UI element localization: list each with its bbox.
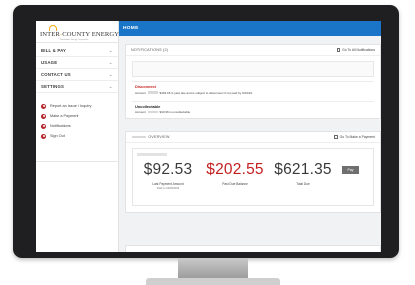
payment-icon: [41, 113, 46, 119]
report-icon: [41, 103, 46, 109]
chevron-down-icon: ⌄: [108, 83, 113, 90]
quick-link-make-payment[interactable]: Make a Payment: [36, 111, 118, 121]
account-summary: $92.53 Last Payment Amount Paid on 09/05…: [132, 148, 374, 206]
sun-icon: [49, 24, 57, 31]
nav-usage[interactable]: USAGE ⌄: [36, 57, 118, 69]
last-payment-amount: $92.53: [143, 161, 193, 178]
overview-title-text: OVERVIEW: [148, 135, 170, 139]
monitor-frame: INTER-COUNTY ENERGY Touchstone Energy Co…: [13, 5, 399, 258]
card-header: OVERVIEW Go To Make a Payment: [126, 132, 380, 143]
all-notifications-link[interactable]: Go To All Notifications: [336, 48, 375, 52]
overview-title: OVERVIEW: [131, 135, 170, 139]
quick-link-report-issue[interactable]: Report an Issue / Inquiry: [36, 101, 118, 111]
past-due-amount: $202.55: [206, 161, 264, 178]
logo-tagline: Touchstone Energy Cooperative: [60, 38, 89, 41]
nav-settings[interactable]: SETTINGS ⌄: [36, 81, 118, 93]
nav-bill-pay[interactable]: BILL & PAY ⌄: [36, 45, 118, 57]
logo-wordmark: INTER-COUNTY ENERGY Touchstone Energy Co…: [40, 24, 119, 41]
notification-item[interactable]: Disconnect Account $303.65 is past due a…: [132, 81, 374, 97]
account-number-redacted: [147, 110, 158, 114]
page-title: HOME: [123, 26, 139, 31]
notification-item[interactable]: Uncollectable Account $33.96 is uncollec…: [132, 100, 374, 117]
document-icon: [334, 135, 338, 139]
bottom-card-edge: [125, 245, 381, 252]
sidebar: INTER-COUNTY ENERGY Touchstone Energy Co…: [36, 21, 119, 252]
nav-label: BILL & PAY: [41, 48, 67, 53]
notification-prefix: Account: [135, 90, 146, 95]
chevron-down-icon: ⌄: [108, 47, 113, 54]
bell-icon: [41, 123, 46, 129]
nav-label: USAGE: [41, 60, 58, 65]
monitor-base: [146, 278, 280, 285]
account-number-redacted: [137, 153, 167, 156]
quick-link-label: Sign Out: [50, 134, 65, 138]
brand-logo[interactable]: INTER-COUNTY ENERGY Touchstone Energy Co…: [36, 21, 119, 43]
past-due-label: Past Due Balance: [222, 182, 248, 186]
main-nav: BILL & PAY ⌄ USAGE ⌄ CONTACT US ⌄ SETTIN…: [36, 45, 118, 93]
main-content: HOME NOTIFICATIONS (2) Go To All Notific…: [119, 21, 381, 252]
quick-link-sign-out[interactable]: Sign Out: [36, 131, 118, 141]
all-notifications-label: Go To All Notifications: [342, 48, 375, 52]
last-payment-label: Last Payment Amount: [152, 182, 184, 186]
account-name-redacted: [132, 135, 146, 139]
quick-link-notifications[interactable]: Notifications: [36, 121, 118, 131]
notification-placeholder: [132, 61, 374, 77]
total-due-block: $621.35 Total Due: [273, 161, 333, 186]
notifications-card: NOTIFICATIONS (2) Go To All Notification…: [125, 44, 381, 119]
notification-heading: Disconnect: [135, 84, 156, 89]
nav-label: SETTINGS: [41, 84, 65, 89]
sidebar-divider: [36, 161, 119, 162]
chevron-down-icon: ⌄: [108, 71, 113, 78]
notification-heading: Uncollectable: [135, 103, 161, 109]
top-bar: HOME: [119, 21, 381, 36]
notification-text: Account $33.96 is uncollectable.: [135, 110, 374, 114]
quick-links: Report an Issue / Inquiry Make a Payment…: [36, 101, 118, 141]
quick-link-label: Notifications: [50, 124, 71, 128]
past-due-block: $202.55 Past Due Balance: [205, 161, 265, 186]
notification-message: $33.96 is uncollectable.: [159, 110, 191, 114]
chevron-down-icon: ⌄: [108, 59, 113, 66]
make-payment-link[interactable]: Go To Make a Payment: [334, 135, 375, 139]
notification-text: Account $303.65 is past due and is subje…: [135, 91, 374, 95]
notification-icon: [336, 48, 341, 52]
quick-link-label: Report an Issue / Inquiry: [50, 104, 92, 108]
last-payment-date: Paid on 09/05/2023: [156, 187, 180, 190]
overview-card: OVERVIEW Go To Make a Payment $92.53 Las…: [125, 131, 381, 213]
notification-message: $303.65 is past due and is subject to di…: [159, 90, 253, 95]
nav-contact-us[interactable]: CONTACT US ⌄: [36, 69, 118, 81]
last-payment-block: $92.53 Last Payment Amount Paid on 09/05…: [143, 161, 193, 190]
total-due-amount: $621.35: [274, 161, 332, 178]
total-due-label: Total Due: [296, 182, 310, 186]
quick-link-label: Make a Payment: [50, 114, 79, 118]
power-icon: [41, 133, 46, 139]
app-screen: INTER-COUNTY ENERGY Touchstone Energy Co…: [36, 21, 381, 252]
make-payment-label: Go To Make a Payment: [339, 135, 375, 139]
nav-label: CONTACT US: [41, 72, 71, 77]
pay-button[interactable]: Pay: [342, 166, 359, 174]
notification-prefix: Account: [135, 110, 146, 114]
card-header: NOTIFICATIONS (2) Go To All Notification…: [126, 45, 380, 56]
account-number-redacted: [147, 91, 158, 94]
notifications-title: NOTIFICATIONS (2): [131, 48, 169, 52]
